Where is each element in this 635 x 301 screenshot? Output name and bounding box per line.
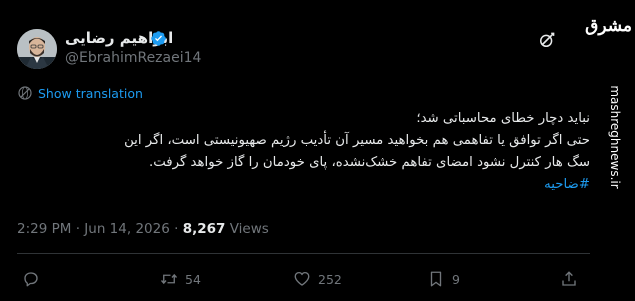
retweet-button[interactable]: 54 [160, 270, 201, 288]
hashtag-link[interactable]: #ضاحیه [17, 174, 590, 196]
reply-icon [24, 272, 38, 287]
grok-icon[interactable] [537, 30, 557, 50]
tweet-date[interactable]: Jun 14, 2026 [84, 221, 170, 237]
meta-separator: · [174, 221, 179, 237]
meta-separator: · [75, 221, 80, 237]
bookmark-button[interactable]: 9 [427, 270, 460, 288]
tweet-line: حتی اگر توافق یا تفاهمی هم بخواهید مسیر … [124, 133, 590, 148]
share-button[interactable] [560, 270, 578, 288]
like-button[interactable]: 252 [293, 270, 342, 288]
retweet-count: 54 [185, 271, 201, 287]
globe-icon [18, 86, 32, 100]
tweet-text: نباید دچار خطای محاسباتی شد؛ حتی اگر توا… [17, 108, 590, 196]
tweet-line: سگ هار کنترل نشود امضای تفاهم خشک‌نشده، … [149, 155, 590, 170]
watermark-site: mashreghnews.ir [600, 52, 630, 222]
avatar-image [17, 29, 57, 69]
bookmark-count: 9 [452, 271, 460, 287]
heart-icon [294, 271, 310, 286]
views-label: Views [229, 221, 269, 237]
verified-badge-icon [151, 31, 166, 46]
tweet-meta: 2:29 PM · Jun 14, 2026 · 8,267 Views [17, 221, 269, 237]
show-translation-link[interactable]: Show translation [17, 85, 143, 101]
tweet-card: ابراهیم رضایی @EbrahimRezaei14 Show tran… [0, 0, 635, 301]
author-handle[interactable]: @EbrahimRezaei14 [65, 50, 201, 66]
tweet-line: نباید دچار خطای محاسباتی شد؛ [416, 111, 590, 126]
divider [17, 253, 590, 254]
avatar[interactable] [17, 29, 57, 69]
watermark-site-text: mashreghnews.ir [608, 85, 622, 189]
watermark-logo: مشرق [585, 16, 632, 36]
bookmark-icon [430, 271, 442, 287]
tweet-time[interactable]: 2:29 PM [17, 221, 71, 237]
reply-button[interactable] [22, 270, 47, 288]
like-count: 252 [318, 271, 342, 287]
views-count: 8,267 [182, 221, 226, 237]
share-icon [562, 271, 576, 286]
show-translation-label[interactable]: Show translation [38, 86, 143, 101]
retweet-icon [160, 273, 178, 285]
